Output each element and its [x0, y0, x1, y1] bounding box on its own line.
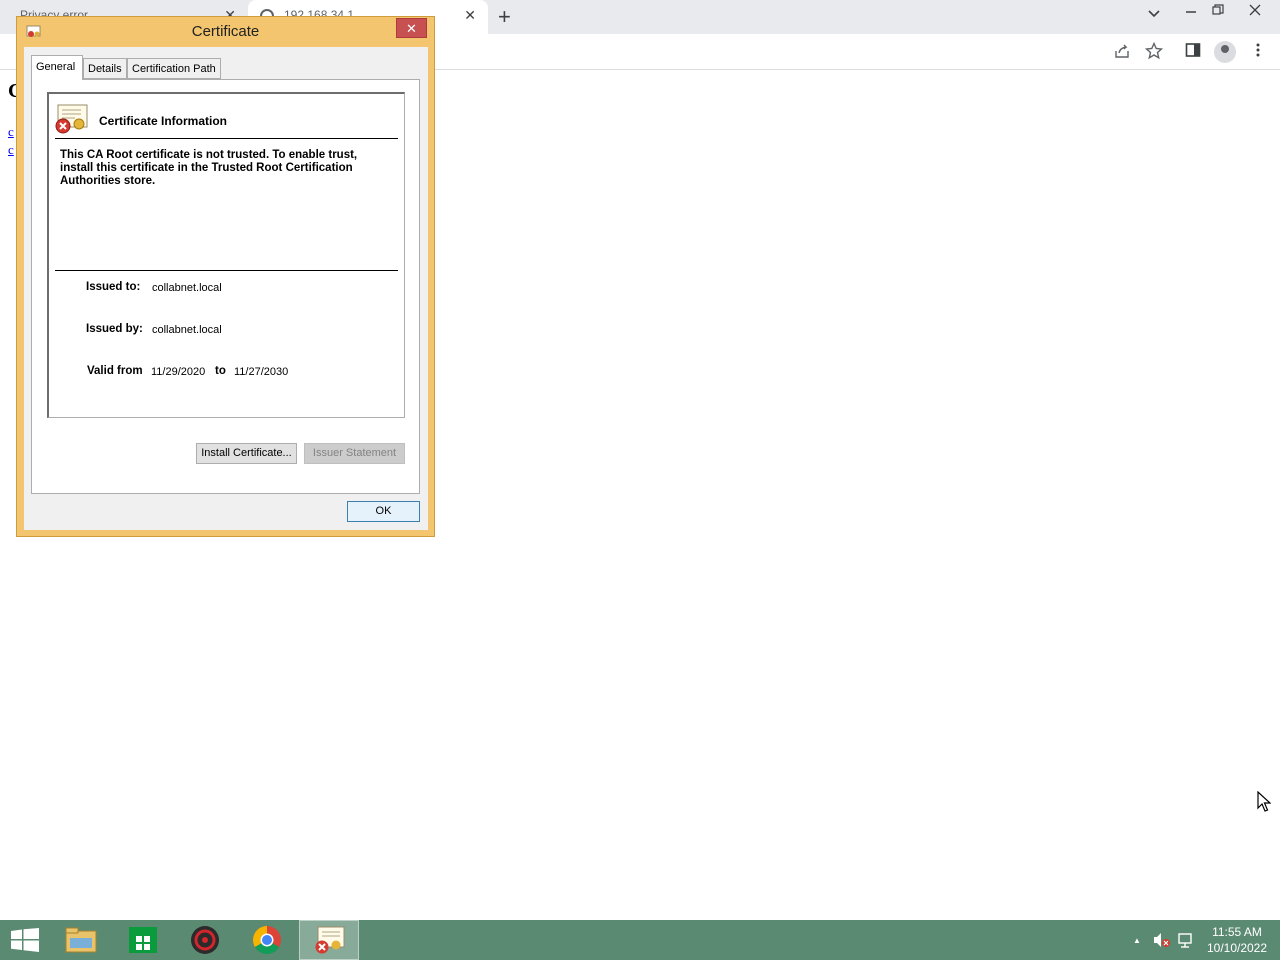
dialog-body: General Details Certification Path Certi… — [24, 47, 428, 530]
taskbar-clock[interactable]: 11:55 AM 10/10/2022 — [1200, 924, 1274, 956]
profile-avatar-icon[interactable] — [1214, 41, 1236, 63]
clock-time: 11:55 AM — [1212, 925, 1262, 939]
certificate-taskbar-icon[interactable] — [299, 920, 359, 960]
issued-by-value: collabnet.local — [152, 324, 222, 336]
chrome-icon[interactable] — [237, 920, 297, 960]
issued-to-value: collabnet.local — [152, 282, 222, 294]
side-panel-icon[interactable] — [1185, 42, 1201, 63]
certificate-dialog: Certificate ✕ General Details Certificat… — [16, 16, 435, 537]
tab-details[interactable]: Details — [83, 58, 127, 79]
valid-from-value: 11/29/2020 — [151, 366, 206, 378]
tab-close-icon[interactable]: ✕ — [464, 7, 476, 24]
file-explorer-icon[interactable] — [51, 920, 111, 960]
general-tab-panel: Certificate Information This CA Root cer… — [31, 79, 420, 494]
volume-muted-icon[interactable] — [1153, 932, 1171, 951]
tab-certification-path[interactable]: Certification Path — [127, 58, 221, 79]
new-tab-button[interactable]: + — [498, 4, 511, 30]
untrusted-certificate-icon — [55, 104, 89, 134]
info-title: Certificate Information — [99, 114, 228, 128]
certificate-info-box: Certificate Information This CA Root cer… — [47, 92, 405, 418]
issuer-statement-button[interactable]: Issuer Statement — [304, 443, 405, 464]
bookmark-star-icon[interactable] — [1144, 41, 1164, 65]
divider — [55, 270, 398, 271]
clock-date: 10/10/2022 — [1206, 941, 1268, 955]
game-app-icon[interactable] — [175, 920, 235, 960]
window-close-icon[interactable] — [1249, 3, 1261, 19]
mouse-cursor-icon — [1257, 790, 1272, 818]
dialog-title: Certificate — [191, 23, 260, 40]
divider — [55, 138, 398, 139]
show-hidden-icons[interactable]: ▲ — [1133, 936, 1141, 945]
tab-general[interactable]: General — [31, 55, 83, 80]
page-link[interactable]: c — [8, 124, 14, 140]
share-icon[interactable] — [1113, 42, 1131, 65]
install-certificate-button[interactable]: Install Certificate... — [196, 443, 297, 464]
page-link[interactable]: c — [8, 142, 14, 158]
tab-search-chevron-icon[interactable] — [1147, 6, 1161, 23]
valid-to-value: 11/27/2030 — [234, 366, 289, 378]
browser-menu-icon[interactable] — [1253, 42, 1263, 63]
valid-to-label: to — [215, 365, 226, 377]
trust-warning-text: This CA Root certificate is not trusted.… — [60, 149, 358, 187]
issued-to-label: Issued to: — [86, 281, 141, 293]
restore-icon[interactable] — [1212, 3, 1224, 19]
minimize-icon[interactable] — [1185, 4, 1197, 21]
valid-from-label: Valid from — [87, 365, 143, 377]
ok-button[interactable]: OK — [347, 501, 420, 522]
network-icon[interactable] — [1178, 932, 1196, 951]
dialog-close-button[interactable]: ✕ — [396, 18, 427, 38]
windows-taskbar: ▲ 11:55 AM 10/10/2022 — [0, 920, 1280, 960]
store-icon[interactable] — [113, 920, 173, 960]
issued-by-label: Issued by: — [86, 323, 143, 335]
